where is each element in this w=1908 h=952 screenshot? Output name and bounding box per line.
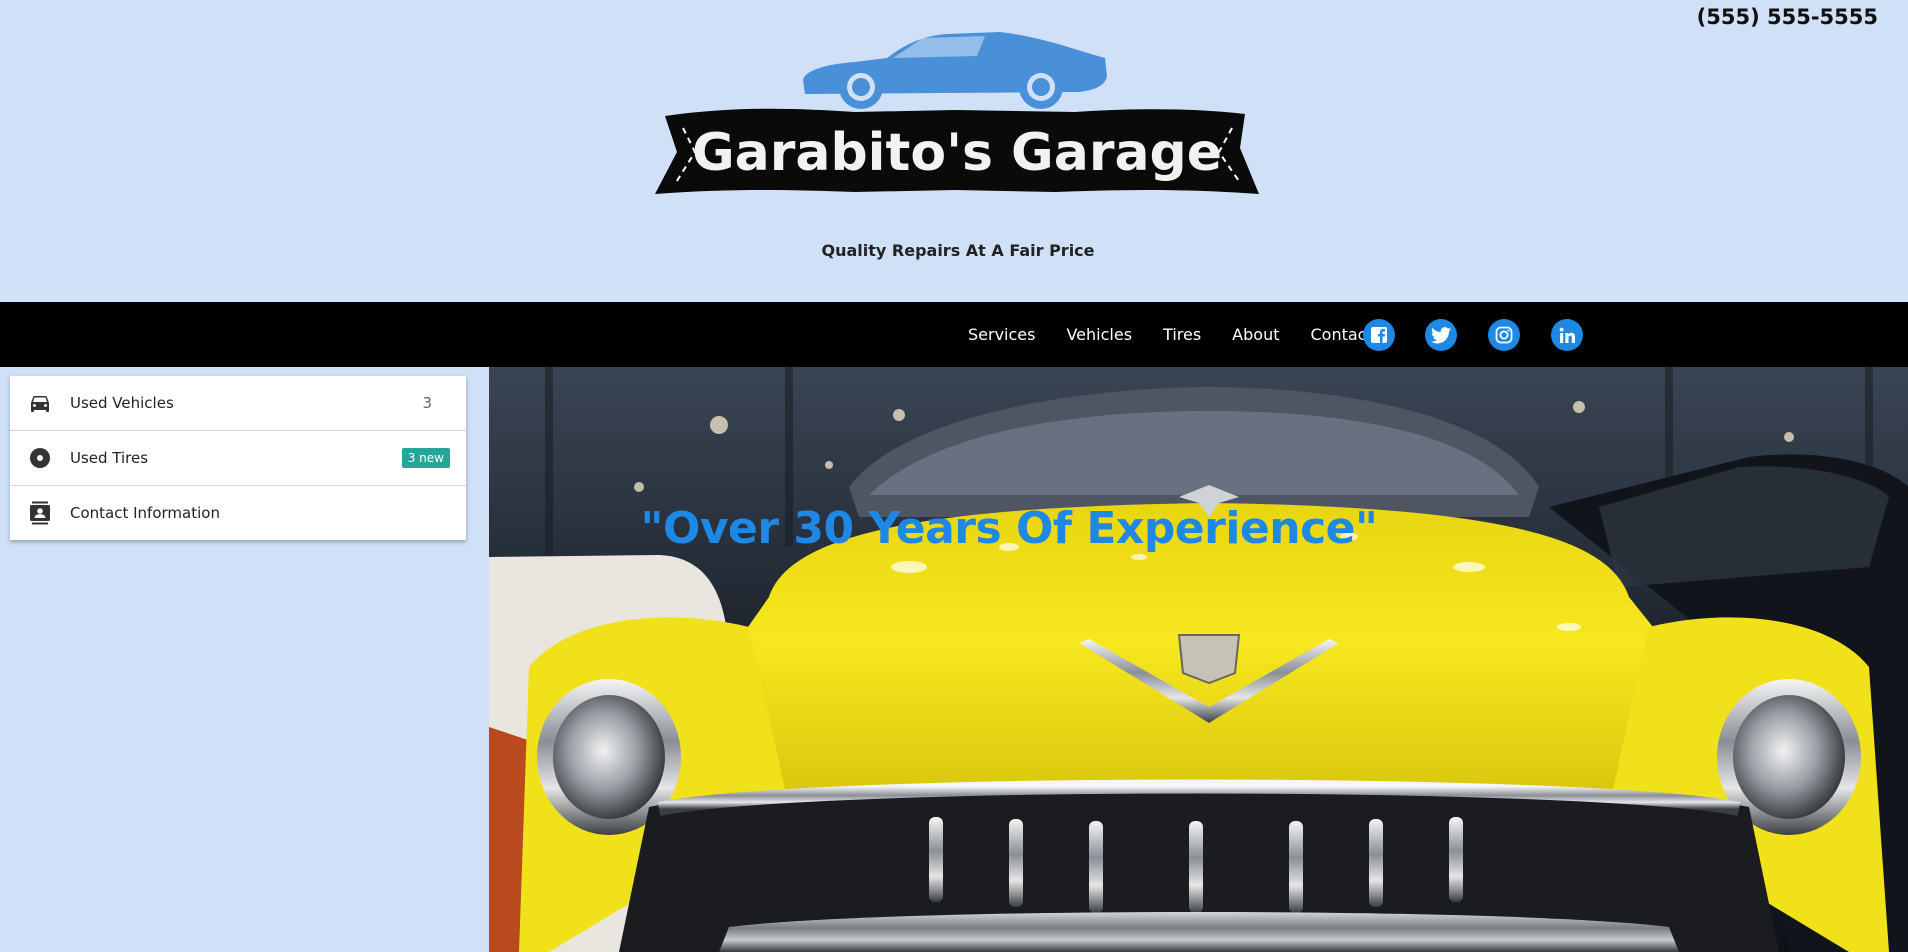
sidebar-item-label: Used Tires	[70, 449, 149, 467]
tire-icon	[30, 448, 50, 468]
hero-image	[489, 367, 1908, 952]
twitter-icon[interactable]	[1425, 319, 1457, 351]
sidebar-item-label: Contact Information	[70, 504, 220, 522]
nav-links: Services Vehicles Tires About Contact	[968, 302, 1373, 367]
car-logo-icon	[803, 32, 1107, 109]
vehicle-count: 3	[422, 394, 432, 412]
nav-link-vehicles[interactable]: Vehicles	[1066, 325, 1132, 344]
sidebar-item-label: Used Vehicles	[70, 394, 174, 412]
nav-link-tires[interactable]: Tires	[1163, 325, 1201, 344]
sidebar-item-used-tires[interactable]: Used Tires 3 new	[10, 431, 466, 486]
tagline: Quality Repairs At A Fair Price	[821, 241, 1095, 260]
nav-link-about[interactable]: About	[1232, 325, 1279, 344]
nav-link-services[interactable]: Services	[968, 325, 1035, 344]
logo-text: Garabito's Garage	[692, 123, 1222, 183]
facebook-icon[interactable]	[1363, 319, 1395, 351]
sidebar-item-contact-information[interactable]: Contact Information	[10, 486, 466, 540]
new-badge: 3 new	[401, 448, 450, 468]
car-icon	[31, 396, 49, 412]
sidebar-collection: Used Vehicles 3 Used Tires 3 new Contact…	[10, 376, 466, 540]
sidebar-item-used-vehicles[interactable]: Used Vehicles 3	[10, 376, 466, 431]
hero-banner: "Over 30 Years Of Experience"	[489, 367, 1908, 952]
top-navbar: Services Vehicles Tires About Contact	[0, 302, 1908, 367]
hero-quote: "Over 30 Years Of Experience"	[640, 503, 1378, 554]
garage-logo[interactable]: Garabito's Garage	[655, 28, 1260, 198]
phone-number: (555) 555-5555	[1696, 5, 1878, 29]
linkedin-icon[interactable]	[1551, 319, 1583, 351]
contact-card-icon	[30, 501, 50, 525]
instagram-icon[interactable]	[1488, 319, 1520, 351]
